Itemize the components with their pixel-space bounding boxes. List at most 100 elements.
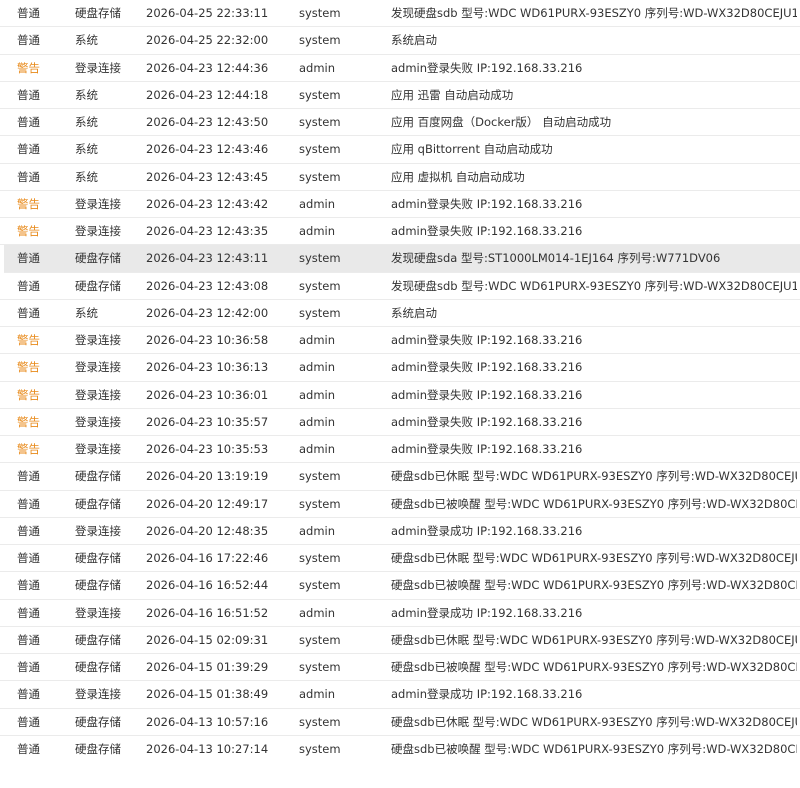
time-cell: 2026-04-23 12:44:36 (146, 60, 269, 75)
log-row[interactable]: 普通 硬盘存储 2026-04-25 22:33:11 system 发现硬盘sdb 型… (0, 0, 800, 28)
category-cell: 登录连接 (75, 333, 121, 347)
message-cell: 硬盘sdb已被唤醒 型号:WDC WD61PURX-93ESZY0 序列号:WD… (391, 660, 797, 674)
log-row[interactable]: 普通 硬盘存储 2026-04-13 10:27:14 system 硬盘sdb已被唤醒… (0, 736, 800, 763)
message-cell: 应用 虚拟机 自动启动成功 (391, 169, 525, 184)
level-cell: 普通 (17, 251, 40, 266)
level-cell: 普通 (17, 714, 40, 729)
level-cell: 警告 (17, 442, 40, 456)
user-cell: system (299, 632, 341, 647)
message-cell: admin登录失败 IP:192.168.33.216 (391, 414, 583, 429)
log-row[interactable]: 警告 登录连接 2026-04-23 10:36:01 admin admin登录失败 … (0, 382, 800, 409)
user-cell: system (299, 305, 341, 320)
time-cell: 2026-04-16 16:51:52 (146, 605, 269, 620)
user-cell: admin (299, 523, 336, 538)
level-cell: 警告 (17, 333, 40, 347)
message-cell: 硬盘sdb已休眠 型号:WDC WD61PURX-93ESZY0 序列号:WD-… (391, 551, 797, 565)
user-cell: admin (299, 333, 336, 347)
log-row[interactable]: 警告 登录连接 2026-04-23 12:44:36 admin admin登录失败 … (0, 55, 800, 82)
message-cell: admin登录成功 IP:192.168.33.216 (391, 687, 583, 702)
log-row[interactable]: 普通 硬盘存储 2026-04-16 16:52:44 system 硬盘sdb已被唤醒… (0, 572, 800, 600)
time-cell: 2026-04-23 10:36:01 (146, 387, 269, 402)
log-row[interactable]: 普通 系统 2026-04-23 12:42:00 system 系统启动 (0, 300, 800, 327)
user-cell: admin (299, 387, 336, 402)
time-cell: 2026-04-23 10:36:13 (146, 360, 269, 375)
time-cell: 2026-04-13 10:27:14 (146, 741, 269, 756)
level-cell: 警告 (17, 196, 40, 211)
time-cell: 2026-04-20 12:49:17 (146, 496, 269, 511)
log-row[interactable]: 普通 硬盘存储 2026-04-23 12:43:11 system 发现硬盘sda 型… (4, 245, 800, 273)
log-row[interactable]: 警告 登录连接 2026-04-23 10:35:53 admin admin登录失败 … (0, 436, 800, 464)
log-row[interactable]: 普通 硬盘存储 2026-04-20 13:19:19 system 硬盘sdb已休眠 … (0, 463, 800, 491)
log-row[interactable]: 普通 登录连接 2026-04-15 01:38:49 admin admin登录成功 … (0, 681, 800, 709)
level-cell: 普通 (17, 741, 40, 756)
level-cell: 警告 (17, 387, 40, 402)
message-cell: 硬盘sdb已被唤醒 型号:WDC WD61PURX-93ESZY0 序列号:WD… (391, 741, 797, 756)
level-cell: 普通 (17, 523, 40, 538)
message-cell: 硬盘sdb已休眠 型号:WDC WD61PURX-93ESZY0 序列号:WD-… (391, 714, 797, 729)
message-cell: 硬盘sdb已被唤醒 型号:WDC WD61PURX-93ESZY0 序列号:WD… (391, 578, 797, 593)
message-cell: 发现硬盘sda 型号:ST1000LM014-1EJ164 序列号:W771DV… (391, 251, 721, 266)
category-cell: 系统 (75, 33, 98, 48)
log-row[interactable]: 普通 硬盘存储 2026-04-23 12:43:08 system 发现硬盘sdb 型… (0, 273, 800, 300)
time-cell: 2026-04-25 22:33:11 (146, 6, 269, 20)
level-cell: 普通 (17, 605, 40, 620)
log-row[interactable]: 普通 登录连接 2026-04-20 12:48:35 admin admin登录成功 … (0, 518, 800, 545)
user-cell: system (299, 6, 341, 20)
category-cell: 登录连接 (75, 687, 121, 702)
user-cell: admin (299, 605, 336, 620)
category-cell: 登录连接 (75, 414, 121, 429)
user-cell: admin (299, 414, 336, 429)
user-cell: system (299, 551, 341, 565)
time-cell: 2026-04-16 16:52:44 (146, 578, 269, 593)
log-row[interactable]: 警告 登录连接 2026-04-23 10:36:58 admin admin登录失败 … (0, 327, 800, 355)
level-cell: 普通 (17, 142, 40, 157)
log-row[interactable]: 普通 系统 2026-04-23 12:43:50 system 应用 百度网盘（Doc… (0, 109, 800, 137)
message-cell: 发现硬盘sdb 型号:WDC WD61PURX-93ESZY0 序列号:WD-W… (391, 6, 797, 20)
level-cell: 普通 (17, 687, 40, 702)
message-cell: admin登录成功 IP:192.168.33.216 (391, 605, 583, 620)
level-cell: 普通 (17, 496, 40, 511)
message-cell: admin登录失败 IP:192.168.33.216 (391, 360, 583, 375)
category-cell: 登录连接 (75, 360, 121, 375)
log-row[interactable]: 警告 登录连接 2026-04-23 10:36:13 admin admin登录失败 … (0, 354, 800, 382)
time-cell: 2026-04-23 10:35:57 (146, 414, 269, 429)
log-row[interactable]: 普通 硬盘存储 2026-04-13 10:57:16 system 硬盘sdb已休眠 … (0, 709, 800, 736)
message-cell: 系统启动 (391, 305, 437, 320)
log-row[interactable]: 普通 系统 2026-04-23 12:43:46 system 应用 qBittorr… (0, 136, 800, 164)
message-cell: admin登录失败 IP:192.168.33.216 (391, 333, 583, 347)
category-cell: 系统 (75, 169, 98, 184)
level-cell: 普通 (17, 578, 40, 593)
level-cell: 普通 (17, 87, 40, 102)
user-cell: system (299, 115, 341, 129)
level-cell: 普通 (17, 278, 40, 293)
message-cell: admin登录成功 IP:192.168.33.216 (391, 523, 583, 538)
message-cell: 应用 qBittorrent 自动启动成功 (391, 142, 553, 157)
message-cell: 硬盘sdb已被唤醒 型号:WDC WD61PURX-93ESZY0 序列号:WD… (391, 496, 797, 511)
user-cell: system (299, 87, 341, 102)
category-cell: 硬盘存储 (75, 251, 121, 266)
user-cell: system (299, 142, 341, 157)
log-row[interactable]: 普通 系统 2026-04-23 12:43:45 system 应用 虚拟机 自动启动… (0, 164, 800, 191)
message-cell: 应用 迅雷 自动启动成功 (391, 87, 514, 102)
category-cell: 硬盘存储 (75, 469, 121, 484)
log-row[interactable]: 警告 登录连接 2026-04-23 12:43:42 admin admin登录失败 … (0, 191, 800, 218)
category-cell: 硬盘存储 (75, 6, 121, 20)
log-row[interactable]: 普通 硬盘存储 2026-04-20 12:49:17 system 硬盘sdb已被唤醒… (0, 491, 800, 518)
time-cell: 2026-04-23 12:43:35 (146, 224, 269, 238)
time-cell: 2026-04-15 02:09:31 (146, 632, 269, 647)
message-cell: 应用 百度网盘（Docker版） 自动启动成功 (391, 115, 612, 129)
log-row[interactable]: 普通 系统 2026-04-23 12:44:18 system 应用 迅雷 自动启动成… (0, 82, 800, 109)
message-cell: admin登录失败 IP:192.168.33.216 (391, 60, 583, 75)
message-cell: 硬盘sdb已休眠 型号:WDC WD61PURX-93ESZY0 序列号:WD-… (391, 469, 797, 484)
time-cell: 2026-04-15 01:38:49 (146, 687, 269, 702)
log-row[interactable]: 普通 硬盘存储 2026-04-16 17:22:46 system 硬盘sdb已休眠 … (0, 545, 800, 573)
log-row[interactable]: 普通 硬盘存储 2026-04-15 02:09:31 system 硬盘sdb已休眠 … (0, 627, 800, 654)
time-cell: 2026-04-23 12:43:08 (146, 278, 269, 293)
category-cell: 系统 (75, 142, 98, 157)
log-row[interactable]: 普通 硬盘存储 2026-04-15 01:39:29 system 硬盘sdb已被唤醒… (0, 654, 800, 682)
log-row[interactable]: 普通 登录连接 2026-04-16 16:51:52 admin admin登录成功 … (0, 600, 800, 627)
log-row[interactable]: 警告 登录连接 2026-04-23 10:35:57 admin admin登录失败 … (0, 409, 800, 436)
log-row[interactable]: 普通 系统 2026-04-25 22:32:00 system 系统启动 (0, 27, 800, 55)
time-cell: 2026-04-23 12:43:42 (146, 196, 269, 211)
log-row[interactable]: 警告 登录连接 2026-04-23 12:43:35 admin admin登录失败 … (0, 218, 800, 246)
